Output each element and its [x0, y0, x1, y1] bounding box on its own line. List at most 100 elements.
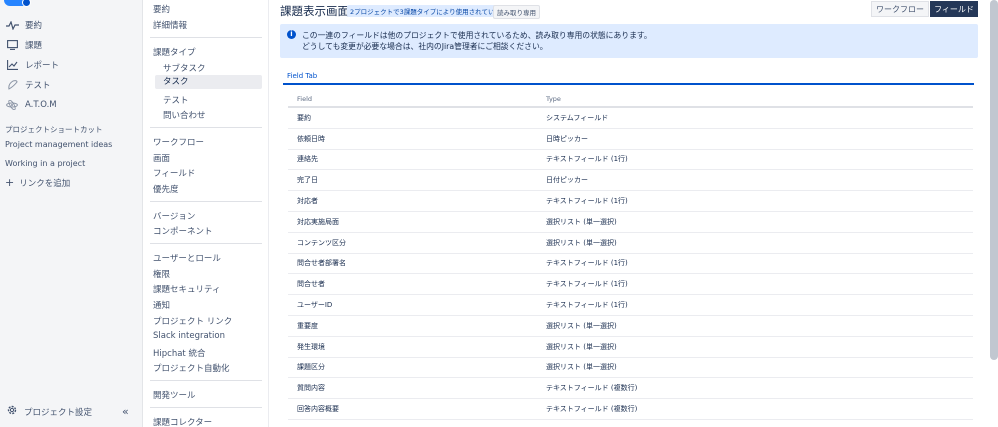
subnav-item-components[interactable]: コンポーネント: [153, 225, 213, 237]
field-type: テキストフィールド (複数行): [546, 384, 638, 393]
nav-item-atom[interactable]: A.T.O.M: [5, 95, 59, 115]
subnav-item-project-links[interactable]: プロジェクト リンク: [153, 315, 232, 327]
column-header-type: Type: [546, 95, 561, 103]
tab-field-tab[interactable]: Field Tab: [287, 72, 317, 80]
subnav-item-slack[interactable]: Slack integration: [153, 331, 225, 341]
table-row: 問合せ者部署名 テキストフィールド (1行): [288, 254, 973, 275]
subnav-item-inquiry[interactable]: 問い合わせ: [163, 109, 206, 121]
table-row: 問合せ者 テキストフィールド (1行): [288, 274, 973, 296]
field-name: 問合せ者部署名: [297, 259, 346, 268]
add-link-button[interactable]: + リンクを追加: [5, 176, 70, 189]
subnav-item-permissions[interactable]: 権限: [153, 268, 170, 280]
subnav-item-automation[interactable]: プロジェクト自動化: [153, 362, 230, 374]
read-only-lozenge: 読み取り専用: [493, 5, 540, 19]
field-name: 連絡先: [297, 155, 318, 164]
table-row: コンテンツ区分 選択リスト (単一選択): [288, 233, 973, 254]
subnav-item-task[interactable]: タスク: [155, 75, 262, 89]
divider: [150, 243, 262, 244]
subnav-item-details[interactable]: 詳細情報: [153, 19, 187, 31]
field-name: ユーザーID: [297, 301, 333, 310]
field-type: テキストフィールド (1行): [546, 155, 628, 164]
field-type: テキストフィールド (1行): [546, 301, 628, 310]
info-banner: i この一連のフィールドは他のプロジェクトで使用されているため、読み取り専用の状…: [280, 24, 978, 58]
board-icon: [5, 39, 19, 51]
field-type: 選択リスト (単一選択): [546, 217, 617, 226]
info-icon: i: [287, 30, 296, 39]
subnav-item-issue-security[interactable]: 課題セキュリティ: [153, 283, 221, 295]
nav-item-summary[interactable]: 要約: [5, 15, 59, 35]
collapse-sidebar-icon[interactable]: «: [122, 405, 129, 418]
atom-icon: [5, 99, 19, 111]
table-row: 要約 システムフィールド: [288, 108, 973, 129]
field-name: 要約: [297, 113, 311, 122]
divider: [150, 127, 262, 128]
subnav-item-screens[interactable]: 画面: [153, 152, 170, 164]
table-row: 完了日 日付ピッカー: [288, 170, 973, 192]
subnav-item-workflow[interactable]: ワークフロー: [153, 136, 204, 148]
page-title: 課題表示画面: [280, 4, 349, 18]
subnav-item-summary[interactable]: 要約: [153, 3, 170, 15]
field-type: テキストフィールド (複数行): [546, 405, 638, 414]
shortcut-link[interactable]: Project management ideas: [5, 140, 112, 149]
project-settings-label: プロジェクト設定: [24, 407, 93, 418]
field-name: 質問内容: [297, 384, 325, 393]
subnav-item-issue-types[interactable]: 課題タイプ: [153, 46, 196, 58]
field-name: 発生環境: [297, 342, 325, 351]
pulse-icon: [5, 19, 19, 31]
fields-button[interactable]: フィールド: [930, 1, 978, 17]
field-name: 問合せ者: [297, 280, 325, 289]
flask-icon: [5, 79, 19, 91]
main-nav-list: 要約 課題 レポート テスト A.T.O.M: [5, 15, 59, 115]
nav-item-issues[interactable]: 課題: [5, 35, 59, 55]
scrollbar-thumb[interactable]: [990, 0, 998, 360]
field-name: 完了日: [297, 176, 318, 185]
divider: [150, 380, 262, 381]
table-header: Field Type: [288, 92, 973, 108]
divider: [150, 37, 262, 38]
subnav-item-versions[interactable]: バージョン: [153, 210, 195, 222]
table-row: ユーザーID テキストフィールド (1行): [288, 295, 973, 316]
field-name: 対応者: [297, 197, 318, 206]
subnav-item-notifications[interactable]: 通知: [153, 299, 170, 311]
table-row: 依頼日時 日時ピッカー: [288, 129, 973, 150]
field-type: システムフィールド: [546, 113, 609, 122]
gear-icon: [6, 404, 18, 419]
nav-item-label: 要約: [25, 21, 43, 31]
subnav-item-subtask[interactable]: サブタスク: [163, 62, 206, 74]
divider: [150, 201, 262, 202]
shortcut-link[interactable]: Working in a project: [5, 159, 85, 168]
field-type: テキストフィールド (1行): [546, 280, 628, 289]
project-settings-nav: 要約 詳細情報 課題タイプ サブタスク タスク テスト 問い合わせ ワークフロー…: [143, 0, 269, 427]
workflow-button[interactable]: ワークフロー: [871, 1, 929, 17]
shared-usage-lozenge[interactable]: 2プロジェクトで3課題タイプにより使用されています: [347, 5, 511, 17]
field-name: コンテンツ区分: [297, 238, 346, 247]
nav-item-reports[interactable]: レポート: [5, 55, 59, 75]
divider: [150, 407, 262, 408]
field-name: 重要度: [297, 321, 318, 330]
nav-item-test[interactable]: テスト: [5, 75, 59, 95]
project-settings-link[interactable]: プロジェクト設定: [6, 404, 92, 419]
field-name: 回答内容概要: [297, 405, 339, 414]
subnav-item-hipchat[interactable]: Hipchat 統合: [153, 347, 205, 359]
subnav-item-dev-tools[interactable]: 開発ツール: [153, 389, 196, 401]
field-type: 日時ピッカー: [546, 134, 588, 143]
table-row: 連絡先 テキストフィールド (1行): [288, 150, 973, 171]
table-row: 質問内容 テキストフィールド (複数行): [288, 378, 973, 400]
table-row: 課題区分 選択リスト (単一選択): [288, 358, 973, 379]
field-type: 選択リスト (単一選択): [546, 238, 617, 247]
avatar-badge: [22, 0, 31, 7]
info-text-line1: この一連のフィールドは他のプロジェクトで使用されているため、読み取り専用の状態に…: [302, 31, 652, 40]
plus-icon: +: [5, 176, 15, 189]
shortcuts-section-title: プロジェクトショートカット: [5, 125, 103, 134]
subnav-item-test[interactable]: テスト: [163, 94, 189, 106]
table-row: 回答内容概要 テキストフィールド (複数行): [288, 399, 973, 420]
subnav-item-priority[interactable]: 優先度: [153, 183, 179, 195]
subnav-item-issue-collector[interactable]: 課題コレクター: [153, 416, 212, 427]
table-row: 対応者 テキストフィールド (1行): [288, 191, 973, 212]
field-type: テキストフィールド (1行): [546, 259, 628, 268]
chart-icon: [5, 59, 19, 71]
subnav-item-users-roles[interactable]: ユーザーとロール: [153, 252, 221, 264]
table-row: 重要度 選択リスト (単一選択): [288, 316, 973, 337]
subnav-item-fields[interactable]: フィールド: [153, 167, 195, 179]
field-name: 課題区分: [297, 363, 325, 372]
